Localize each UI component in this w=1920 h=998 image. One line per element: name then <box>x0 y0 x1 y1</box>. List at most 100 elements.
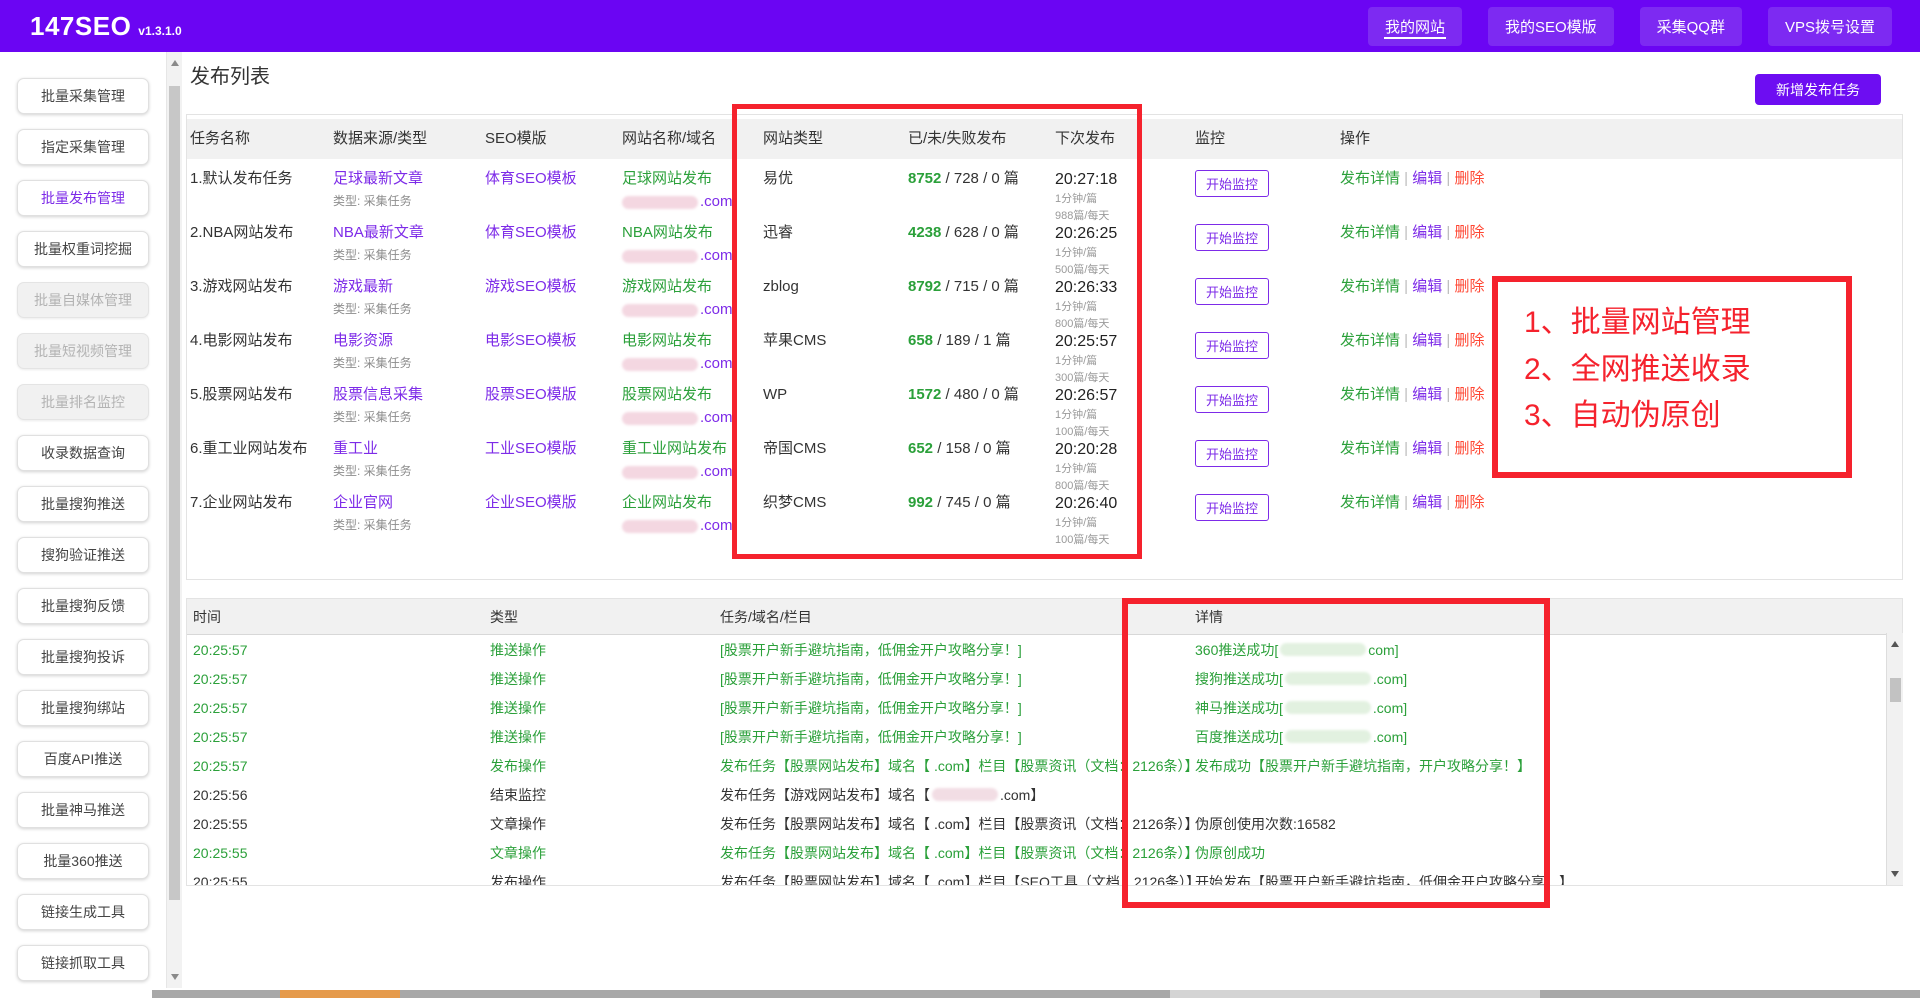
cms-type: 苹果CMS <box>763 332 908 350</box>
redacted-domain <box>1280 643 1366 656</box>
seo-template-link[interactable]: 游戏SEO模板 <box>485 278 577 295</box>
start-monitor-button[interactable]: 开始监控 <box>1195 170 1269 197</box>
sidebar-item-batch-publish[interactable]: 批量发布管理 <box>17 180 149 216</box>
sidebar-item-index-data-query[interactable]: 收录数据查询 <box>17 435 149 471</box>
site-name-link[interactable]: 电影网站发布 <box>622 332 712 349</box>
action-publish-details[interactable]: 发布详情 <box>1340 386 1400 403</box>
action-delete[interactable]: 删除 <box>1455 440 1485 457</box>
action-edit[interactable]: 编辑 <box>1412 224 1442 241</box>
action-publish-details[interactable]: 发布详情 <box>1340 440 1400 457</box>
redacted-domain <box>1285 672 1371 685</box>
action-edit[interactable]: 编辑 <box>1412 332 1442 349</box>
log-scrollbar[interactable] <box>1886 633 1903 885</box>
seo-template-link[interactable]: 体育SEO模板 <box>485 170 577 187</box>
action-publish-details[interactable]: 发布详情 <box>1340 332 1400 349</box>
horizontal-scrollbar-thumb[interactable] <box>280 990 400 998</box>
content-scrollbar[interactable] <box>166 52 182 988</box>
start-monitor-button[interactable]: 开始监控 <box>1195 386 1269 413</box>
log-type: 发布操作 <box>490 872 720 887</box>
scroll-up-arrow-icon[interactable] <box>171 60 179 66</box>
source-link[interactable]: 股票信息采集 <box>333 386 423 403</box>
action-separator: | <box>1400 278 1412 295</box>
source-link[interactable]: 游戏最新 <box>333 278 393 295</box>
sidebar-item-assigned-collect[interactable]: 指定采集管理 <box>17 129 149 165</box>
log-type: 推送操作 <box>490 669 720 689</box>
log-scroll-down-arrow-icon[interactable] <box>1891 871 1899 877</box>
sidebar: 批量采集管理指定采集管理批量发布管理批量权重词挖掘批量自媒体管理批量短视频管理批… <box>0 52 166 998</box>
sidebar-item-batch-media: 批量自媒体管理 <box>17 282 149 318</box>
sidebar-item-batch-360-push[interactable]: 批量360推送 <box>17 843 149 879</box>
log-task: [股票开户新手避坑指南，低佣金开户攻略分享！] <box>720 727 1195 747</box>
site-name-link[interactable]: 企业网站发布 <box>622 494 712 511</box>
seo-template-link[interactable]: 体育SEO模板 <box>485 224 577 241</box>
action-publish-details[interactable]: 发布详情 <box>1340 278 1400 295</box>
action-delete[interactable]: 删除 <box>1455 224 1485 241</box>
app-window: 147SEO v1.3.1.0 我的网站我的SEO模版采集QQ群VPS拨号设置 … <box>0 0 1920 998</box>
cms-type: 帝国CMS <box>763 440 908 458</box>
action-delete[interactable]: 删除 <box>1455 494 1485 511</box>
source-link[interactable]: 企业官网 <box>333 494 393 511</box>
site-name-link[interactable]: 游戏网站发布 <box>622 278 712 295</box>
action-delete[interactable]: 删除 <box>1455 332 1485 349</box>
sidebar-item-batch-collect[interactable]: 批量采集管理 <box>17 78 149 114</box>
nav-item-vps-dial-settings[interactable]: VPS拨号设置 <box>1768 7 1892 46</box>
start-monitor-button[interactable]: 开始监控 <box>1195 224 1269 251</box>
seo-template-link[interactable]: 股票SEO模版 <box>485 386 577 403</box>
site-name-link[interactable]: 股票网站发布 <box>622 386 712 403</box>
action-edit[interactable]: 编辑 <box>1412 440 1442 457</box>
start-monitor-button[interactable]: 开始监控 <box>1195 440 1269 467</box>
sidebar-item-baidu-api-push[interactable]: 百度API推送 <box>17 741 149 777</box>
action-publish-details[interactable]: 发布详情 <box>1340 224 1400 241</box>
source-link[interactable]: NBA最新文章 <box>333 224 424 241</box>
start-monitor-button[interactable]: 开始监控 <box>1195 494 1269 521</box>
action-publish-details[interactable]: 发布详情 <box>1340 170 1400 187</box>
sidebar-item-batch-sogou-push[interactable]: 批量搜狗推送 <box>17 486 149 522</box>
seo-template-link[interactable]: 企业SEO模版 <box>485 494 577 511</box>
pending-failed-count: / 158 / 0 篇 <box>933 440 1011 457</box>
log-table-row: 20:25:57推送操作[股票开户新手避坑指南，低佣金开户攻略分享！]百度推送成… <box>187 722 1902 751</box>
sidebar-item-batch-weight-words[interactable]: 批量权重词挖掘 <box>17 231 149 267</box>
source-link[interactable]: 重工业 <box>333 440 378 457</box>
action-edit[interactable]: 编辑 <box>1412 494 1442 511</box>
next-publish-time: 20:25:57 <box>1055 332 1195 351</box>
site-name-link[interactable]: 足球网站发布 <box>622 170 712 187</box>
sidebar-item-batch-sogou-bind[interactable]: 批量搜狗绑站 <box>17 690 149 726</box>
source-link[interactable]: 足球最新文章 <box>333 170 423 187</box>
action-delete[interactable]: 删除 <box>1455 386 1485 403</box>
publish-stats: 8752 / 728 / 0 篇 <box>908 170 1055 188</box>
log-scroll-up-arrow-icon[interactable] <box>1891 641 1899 647</box>
publish-daily-limit: 800篇/每天 <box>1055 480 1195 493</box>
sidebar-item-sogou-verify-push[interactable]: 搜狗验证推送 <box>17 537 149 573</box>
scroll-down-arrow-icon[interactable] <box>171 974 179 980</box>
action-edit[interactable]: 编辑 <box>1412 170 1442 187</box>
action-delete[interactable]: 删除 <box>1455 278 1485 295</box>
content-scrollbar-thumb[interactable] <box>169 86 180 900</box>
nav-item-qq-group[interactable]: 采集QQ群 <box>1640 7 1742 46</box>
site-name-link[interactable]: NBA网站发布 <box>622 224 713 241</box>
seo-template-link[interactable]: 电影SEO模板 <box>485 332 577 349</box>
start-monitor-button[interactable]: 开始监控 <box>1195 278 1269 305</box>
sidebar-item-link-generate-tool[interactable]: 链接生成工具 <box>17 894 149 930</box>
sidebar-item-batch-sogou-feedback[interactable]: 批量搜狗反馈 <box>17 588 149 624</box>
action-delete[interactable]: 删除 <box>1455 170 1485 187</box>
nav-item-my-seo-templates[interactable]: 我的SEO模版 <box>1488 7 1614 46</box>
action-publish-details[interactable]: 发布详情 <box>1340 494 1400 511</box>
sidebar-item-batch-sogou-complaint[interactable]: 批量搜狗投诉 <box>17 639 149 675</box>
seo-template-link[interactable]: 工业SEO模版 <box>485 440 577 457</box>
action-separator: | <box>1442 170 1454 187</box>
action-edit[interactable]: 编辑 <box>1412 278 1442 295</box>
sidebar-item-link-grab-tool[interactable]: 链接抓取工具 <box>17 945 149 981</box>
sidebar-item-batch-shenma-push[interactable]: 批量神马推送 <box>17 792 149 828</box>
source-link[interactable]: 电影资源 <box>333 332 393 349</box>
task-name: 2.NBA网站发布 <box>190 224 333 242</box>
new-publish-task-button[interactable]: 新增发布任务 <box>1755 74 1881 105</box>
top-bar: 147SEO v1.3.1.0 我的网站我的SEO模版采集QQ群VPS拨号设置 <box>0 0 1920 52</box>
action-separator: | <box>1442 278 1454 295</box>
horizontal-scrollbar[interactable] <box>152 990 1920 998</box>
action-edit[interactable]: 编辑 <box>1412 386 1442 403</box>
nav-item-my-sites[interactable]: 我的网站 <box>1368 7 1462 46</box>
log-scrollbar-thumb[interactable] <box>1890 678 1901 702</box>
start-monitor-button[interactable]: 开始监控 <box>1195 332 1269 359</box>
site-domain: .com <box>622 463 763 481</box>
site-name-link[interactable]: 重工业网站发布 <box>622 440 727 457</box>
